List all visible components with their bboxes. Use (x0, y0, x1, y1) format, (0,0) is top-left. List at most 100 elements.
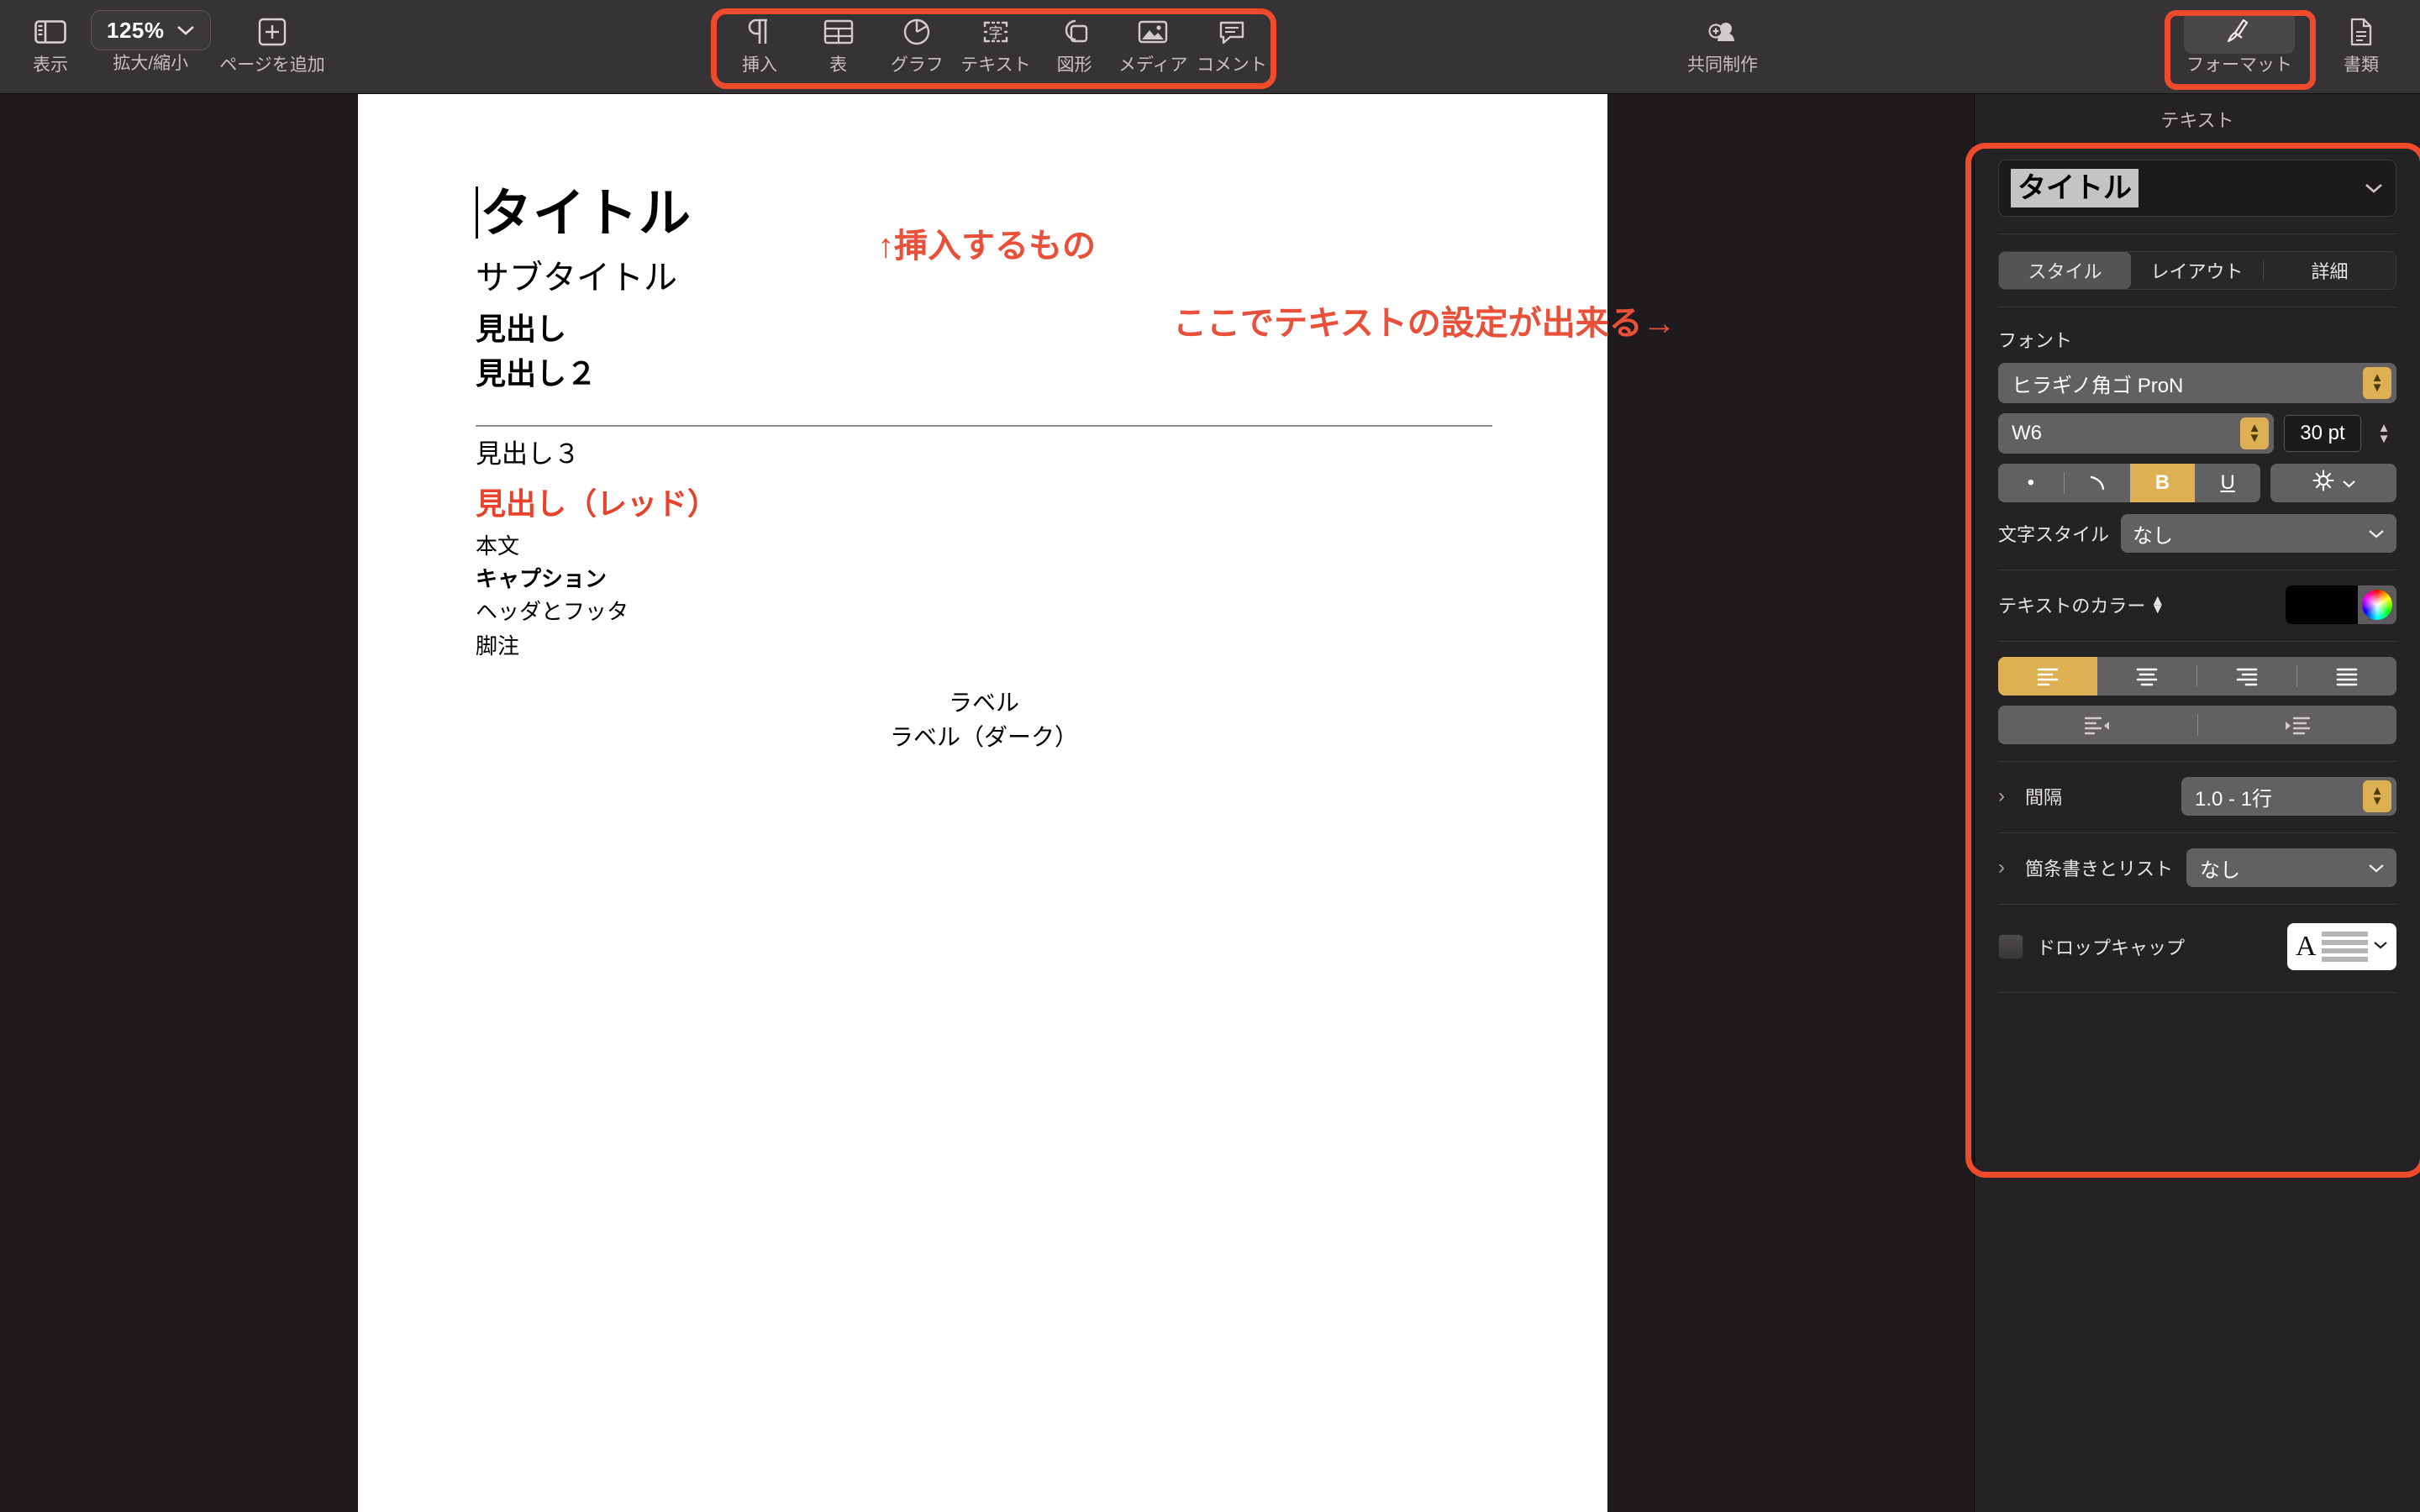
bullet-button[interactable]: • (1998, 464, 2064, 502)
font-weight-select[interactable]: W6 ▲ ▼ (1998, 413, 2274, 454)
text-color-label-text: テキストのカラー (1998, 596, 2146, 617)
chart-pie-icon (902, 10, 931, 54)
tab-style[interactable]: スタイル (1999, 252, 2131, 289)
tab-details[interactable]: 詳細 (2264, 252, 2396, 289)
underline-button[interactable]: U (2195, 464, 2260, 502)
bullets-value: なし (2200, 858, 2240, 882)
shapes-button[interactable]: 図形 (1039, 10, 1111, 76)
format-button[interactable]: フォーマット (2172, 10, 2307, 76)
document-button[interactable]: 書類 (2319, 10, 2403, 76)
italic-button[interactable] (2065, 464, 2130, 502)
pilcrow-icon (745, 10, 774, 54)
chevron-down-icon (2373, 939, 2388, 954)
align-left-icon[interactable] (1998, 657, 2097, 696)
char-style-label: 文字スタイル (1998, 524, 2110, 545)
panel-body: タイトル スタイル レイアウト 詳細 フォント ヒラギノ角ゴ ProN ▲ ▼ W… (1975, 144, 2420, 993)
spacing-label: 間隔 (2025, 787, 2063, 808)
text-button[interactable]: 字 テキスト (960, 10, 1032, 76)
insert-button[interactable]: 挿入 (723, 10, 796, 76)
dropcap-row: ドロップキャップ A (1998, 923, 2396, 970)
zoom-label: 拡大/縮小 (113, 54, 189, 73)
collaborate-button[interactable]: 共同制作 (1655, 10, 1790, 76)
char-style-row: 文字スタイル なし (1998, 514, 2396, 553)
indent-icon[interactable] (2198, 706, 2397, 744)
spacing-stepper[interactable]: ▲ ▼ (2363, 780, 2391, 812)
format-brush-icon (2184, 10, 2295, 54)
document-page-icon (2349, 10, 2374, 54)
doc-heading-2[interactable]: 見出し２ (476, 355, 1492, 391)
indent-buttons (1998, 706, 2396, 744)
bold-button[interactable]: B (2129, 464, 2196, 502)
paragraph-style-value: タイトル (2011, 168, 2139, 208)
text-label: テキスト (960, 55, 1031, 75)
dropcap-checkbox[interactable] (1998, 934, 2023, 959)
font-family-stepper[interactable]: ▲ ▼ (2363, 367, 2391, 399)
chevron-down-icon (2364, 177, 2384, 199)
font-size-field[interactable]: 30 pt (2284, 415, 2361, 452)
insert-toolbar-group: 挿入 表 グラフ 字 テキスト 図形 メディア コメント (710, 10, 1281, 86)
outdent-icon[interactable] (1998, 706, 2197, 744)
font-section-title: フォント (1998, 330, 2073, 351)
table-button[interactable]: 表 (802, 10, 875, 76)
tab-layout[interactable]: レイアウト (2131, 252, 2263, 289)
chevron-right-icon[interactable]: › (1998, 785, 2015, 808)
text-box-icon: 字 (981, 10, 1010, 54)
color-wheel-icon[interactable] (2358, 585, 2396, 624)
dropcap-style-button[interactable]: A (2287, 923, 2396, 970)
align-justify-icon[interactable] (2297, 657, 2396, 696)
align-center-icon[interactable] (2097, 657, 2196, 696)
chart-button[interactable]: グラフ (881, 10, 953, 76)
format-label: フォーマット (2186, 55, 2292, 75)
doc-label-dark[interactable]: ラベル（ダーク） (476, 721, 1492, 755)
color-swatch[interactable] (2286, 585, 2358, 624)
table-icon (823, 10, 854, 54)
doc-body-text[interactable]: 本文 (476, 532, 1492, 561)
add-page-button[interactable]: ページを追加 (197, 10, 348, 76)
shapes-label: 図形 (1056, 55, 1092, 75)
underline-label: U (2220, 471, 2235, 494)
char-style-select[interactable]: なし (2121, 514, 2396, 553)
zoom-value: 125% (107, 17, 165, 43)
chevron-down-icon (2342, 474, 2356, 493)
add-page-label: ページを追加 (219, 55, 325, 75)
font-options-button[interactable] (2270, 464, 2396, 502)
doc-title-text: タイトル (480, 185, 692, 243)
comment-button[interactable]: コメント (1196, 10, 1268, 76)
font-size-stepper[interactable]: ▲ ▼ (2371, 415, 2396, 452)
font-style-row: • B U (1998, 464, 2396, 502)
spacing-select[interactable]: 1.0 - 1行 ▲ ▼ (2181, 777, 2396, 816)
bullets-label: 箇条書きとリスト (2025, 858, 2174, 879)
panel-tabs: スタイル レイアウト 詳細 (1998, 251, 2396, 290)
format-panel: テキスト タイトル スタイル レイアウト 詳細 フォント ヒラギノ角ゴ ProN… (1965, 94, 2420, 1512)
doc-footnote[interactable]: 脚注 (476, 632, 1492, 661)
text-cursor (476, 186, 478, 239)
document-text-body[interactable]: タイトル サブタイトル 見出し 見出し２ 見出し３ 見出し（レッド） 本文 キャ… (476, 186, 1492, 754)
media-button[interactable]: メディア (1117, 10, 1189, 76)
doc-caption[interactable]: キャプション (476, 564, 1492, 594)
collaborate-label: 共同制作 (1687, 55, 1758, 75)
doc-header-footer[interactable]: ヘッダとフッタ (476, 597, 1492, 627)
media-label: メディア (1118, 55, 1188, 75)
doc-label[interactable]: ラベル (476, 686, 1492, 721)
align-right-icon[interactable] (2197, 657, 2296, 696)
paragraph-style-picker[interactable]: タイトル (1998, 160, 2396, 217)
chevron-down-icon (176, 19, 195, 41)
view-button[interactable]: 表示 (12, 10, 89, 76)
zoom-control[interactable]: 125% (91, 10, 211, 50)
text-color-control[interactable] (2286, 585, 2396, 624)
bullets-select[interactable]: なし (2186, 848, 2396, 887)
divider (1998, 832, 2396, 833)
spacing-value: 1.0 - 1行 (2195, 787, 2273, 811)
doc-heading-3[interactable]: 見出し３ (476, 438, 1492, 470)
doc-heading-red[interactable]: 見出し（レッド） (476, 486, 1492, 522)
text-color-label: テキストのカラー ▲ ▼ (1998, 591, 2165, 618)
sort-arrows-icon[interactable]: ▲ ▼ (2150, 593, 2165, 616)
doc-horizontal-rule (476, 425, 1492, 428)
document-canvas[interactable]: タイトル サブタイトル 見出し 見出し２ 見出し３ 見出し（レッド） 本文 キャ… (0, 94, 1973, 1512)
chevron-right-icon[interactable]: › (1998, 856, 2015, 879)
view-label: 表示 (33, 55, 68, 75)
comment-label: コメント (1196, 55, 1267, 75)
panel-header: テキスト (1975, 94, 2420, 144)
font-family-select[interactable]: ヒラギノ角ゴ ProN ▲ ▼ (1998, 363, 2396, 403)
font-weight-stepper[interactable]: ▲ ▼ (2240, 417, 2269, 449)
